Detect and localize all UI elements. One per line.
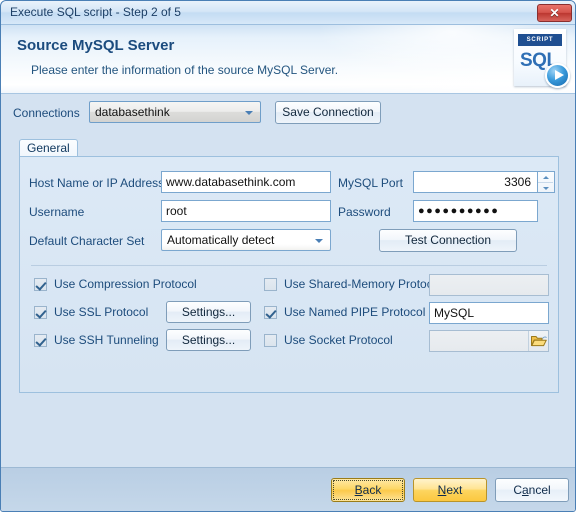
close-icon: ✕ (549, 6, 560, 20)
shared-memory-name-input[interactable] (429, 274, 549, 296)
cancel-button[interactable]: Cancel (495, 478, 569, 502)
close-button[interactable]: ✕ (537, 4, 572, 22)
chevron-down-icon (315, 239, 323, 243)
charset-select-value: Automatically detect (167, 233, 275, 247)
use-socket-protocol-label: Use Socket Protocol (284, 333, 393, 347)
named-pipe-name-input[interactable]: MySQL (429, 302, 549, 324)
back-button[interactable]: Back (331, 478, 405, 502)
chevron-down-icon (245, 111, 253, 115)
use-ssh-tunneling-checkbox[interactable] (34, 334, 47, 347)
use-shared-memory-protocol-checkbox[interactable] (264, 278, 277, 291)
title-bar: Execute SQL script - Step 2 of 5 ✕ (1, 1, 575, 25)
back-label-rest: ack (362, 483, 382, 497)
use-compression-protocol-label: Use Compression Protocol (54, 277, 197, 291)
username-input[interactable]: root (161, 200, 331, 222)
dialog-window: Execute SQL script - Step 2 of 5 ✕ Sourc… (0, 0, 576, 512)
connections-select[interactable]: databasethink (89, 101, 261, 123)
port-stepper[interactable] (538, 171, 555, 193)
connections-label: Connections (13, 106, 80, 120)
save-connection-button[interactable]: Save Connection (275, 101, 381, 124)
use-ssl-protocol-checkbox[interactable] (34, 306, 47, 319)
header-banner: Source MySQL Server Please enter the inf… (1, 25, 575, 94)
sql-script-logo: SCRIPT SQL (514, 29, 570, 88)
cancel-label-rest: ncel (528, 483, 551, 497)
folder-open-icon (531, 336, 547, 347)
tab-strip: General (19, 139, 559, 157)
use-shared-memory-protocol-label: Use Shared-Memory Protocol (284, 277, 443, 291)
username-label: Username (29, 205, 85, 219)
charset-select[interactable]: Automatically detect (161, 229, 331, 251)
port-input[interactable]: 3306 (413, 171, 538, 193)
page-subtitle: Please enter the information of the sour… (31, 63, 339, 77)
play-icon (545, 63, 570, 88)
use-named-pipe-protocol-checkbox[interactable] (264, 306, 277, 319)
tab-general[interactable]: General (19, 139, 78, 157)
host-input[interactable]: www.databasethink.com (161, 171, 331, 193)
section-divider (31, 265, 547, 266)
host-label: Host Name or IP Address (29, 176, 165, 190)
cancel-label-first: C (513, 483, 522, 497)
use-socket-protocol-checkbox[interactable] (264, 334, 277, 347)
script-banner-label: SCRIPT (518, 34, 562, 46)
charset-label: Default Character Set (29, 234, 145, 248)
port-label: MySQL Port (338, 176, 403, 190)
socket-browse-button[interactable] (528, 331, 548, 351)
use-named-pipe-protocol-label: Use Named PIPE Protocol (284, 305, 426, 319)
ssh-settings-button[interactable]: Settings... (166, 329, 251, 351)
next-label-rest: ext (446, 483, 463, 497)
use-compression-protocol-checkbox[interactable] (34, 278, 47, 291)
stepper-down-icon[interactable] (538, 182, 553, 193)
ssl-settings-button[interactable]: Settings... (166, 301, 251, 323)
use-ssl-protocol-label: Use SSL Protocol (54, 305, 149, 319)
cancel-accesskey: a (521, 483, 529, 497)
window-title: Execute SQL script - Step 2 of 5 (10, 5, 181, 19)
test-connection-button[interactable]: Test Connection (379, 229, 517, 252)
back-accesskey: B (354, 483, 363, 497)
dialog-footer: Back Next Cancel (1, 467, 575, 511)
page-title: Source MySQL Server (17, 37, 175, 54)
use-ssh-tunneling-label: Use SSH Tunneling (54, 333, 159, 347)
connections-select-value: databasethink (95, 105, 170, 119)
password-input[interactable]: ●●●●●●●●●● (413, 200, 538, 222)
stepper-up-icon[interactable] (538, 172, 553, 182)
password-label: Password (338, 205, 391, 219)
next-button[interactable]: Next (413, 478, 487, 502)
